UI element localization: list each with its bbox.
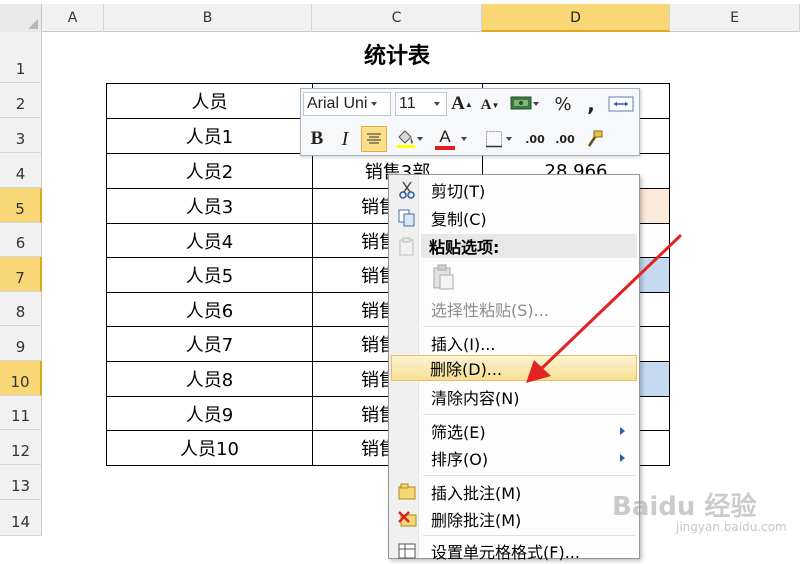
- baidu-watermark-url: jingyan.baidu.com: [676, 520, 787, 534]
- baidu-watermark: Baidu 经验: [612, 492, 757, 522]
- annotation-arrow: [526, 234, 682, 383]
- spreadsheet: A B C D E 1 2 3 4 5 6 7 8 9 10 11 12 13 …: [0, 0, 800, 562]
